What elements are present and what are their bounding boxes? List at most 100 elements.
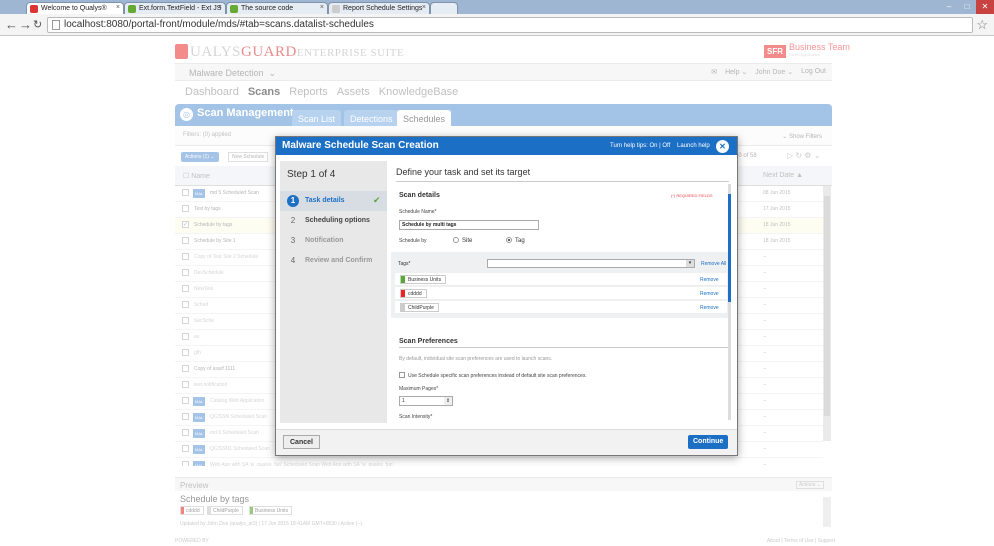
launch-help-link[interactable]: Launch help: [677, 143, 710, 149]
window-controls: – □ ✕: [940, 0, 994, 14]
schedule-name-input[interactable]: Schedule by multi tags: [399, 220, 539, 230]
bookmark-star-icon[interactable]: ☆: [976, 17, 988, 33]
divider: [396, 181, 729, 182]
tag-row: cdddd Remove: [395, 287, 727, 300]
max-pages-input[interactable]: 1 ⇕: [399, 396, 453, 406]
tag-label: cdddd: [408, 291, 422, 297]
continue-button[interactable]: Continue: [688, 435, 729, 449]
extjs-favicon-icon: [128, 5, 136, 13]
browser-toolbar: ← → ↻ localhost:8080/portal-front/module…: [0, 14, 994, 36]
remove-tag-link[interactable]: Remove: [700, 305, 719, 311]
tag-chip: cdddd: [400, 289, 427, 298]
chevron-down-icon[interactable]: ▾: [686, 260, 694, 267]
step-scheduling-options[interactable]: 2 Scheduling options: [280, 211, 387, 231]
qualys-favicon-icon: [30, 5, 38, 13]
step-label: Notification: [305, 237, 344, 244]
step-notification[interactable]: 3 Notification: [280, 231, 387, 251]
radio-button-icon: [453, 237, 459, 243]
page-icon: [52, 20, 60, 30]
forward-icon[interactable]: →: [19, 17, 32, 32]
scrollbar-thumb[interactable]: [728, 194, 731, 302]
content-scrollbar[interactable]: [728, 184, 731, 420]
specific-preferences-label: Use Schedule specific scan preferences i…: [408, 373, 587, 379]
dialog-title: Malware Schedule Scan Creation: [282, 140, 439, 151]
divider: [399, 347, 729, 348]
step-label: Review and Confirm: [305, 257, 373, 264]
tag-color-swatch: [401, 304, 405, 311]
scan-intensity-label: Scan Intensity*: [399, 414, 433, 420]
radio-tag-label: Tag: [515, 238, 525, 244]
max-pages-value: 1: [402, 398, 405, 404]
tag-chip: ChildPurple: [400, 303, 439, 312]
spinner-icon[interactable]: ⇕: [444, 397, 452, 405]
radio-site[interactable]: Site: [453, 237, 472, 244]
step-review-confirm[interactable]: 4 Review and Confirm: [280, 251, 387, 271]
tab-label: Welcome to Qualys®: [41, 5, 107, 12]
url-text: localhost:8080/portal-front/module/mds/#…: [64, 19, 374, 30]
required-note: (*) REQUIRED FIELDS: [671, 193, 713, 198]
tag-color-swatch: [401, 290, 405, 297]
specific-preferences-checkbox[interactable]: Use Schedule specific scan preferences i…: [399, 372, 587, 379]
scan-details-heading: Scan details: [399, 192, 440, 199]
tag-label: ChildPurple: [408, 305, 434, 311]
close-icon[interactable]: ×: [116, 4, 120, 11]
remove-tag-link[interactable]: Remove: [700, 277, 719, 283]
help-tips-toggle[interactable]: Turn help tips: On | Off: [610, 143, 670, 149]
radio-tag[interactable]: Tag: [506, 237, 525, 244]
step-number: 3: [290, 236, 296, 245]
tag-row: Business Units Remove: [395, 273, 727, 286]
dialog-content: Define your task and set its target Scan…: [387, 159, 731, 424]
tag-color-swatch: [401, 276, 405, 283]
remove-tag-link[interactable]: Remove: [700, 291, 719, 297]
schedule-scan-dialog: Malware Schedule Scan Creation Turn help…: [275, 136, 738, 456]
browser-tab-extjs[interactable]: Ext.form.TextField - Ext JS ×: [124, 2, 226, 14]
max-pages-label: Maximum Pages*: [399, 386, 439, 392]
dialog-header: Malware Schedule Scan Creation Turn help…: [276, 137, 737, 155]
schedule-by-label: Schedule by: [399, 238, 427, 244]
new-tab-button[interactable]: [430, 2, 458, 14]
radio-button-checked-icon: [506, 237, 512, 243]
maximize-icon[interactable]: □: [958, 0, 976, 14]
close-icon[interactable]: ×: [218, 4, 222, 11]
address-bar[interactable]: localhost:8080/portal-front/module/mds/#…: [47, 17, 973, 33]
tag-chip: Business Units: [400, 275, 447, 284]
tag-label: Business Units: [408, 277, 442, 283]
wizard-steps: Step 1 of 4 1 Task details ✔ 2 Schedulin…: [280, 161, 387, 423]
scan-preferences-heading: Scan Preferences: [399, 338, 458, 345]
close-icon[interactable]: ✕: [716, 140, 729, 153]
tab-label: The source code: [241, 5, 294, 12]
schedule-name-label: Schedule Name*: [399, 209, 437, 215]
close-icon[interactable]: ×: [422, 4, 426, 11]
step-number: 4: [290, 256, 296, 265]
tab-label: Ext.form.TextField - Ext JS: [139, 5, 222, 12]
close-icon[interactable]: ×: [320, 4, 324, 11]
step-number: 2: [290, 216, 296, 225]
step-title: Step 1 of 4: [287, 169, 336, 180]
back-icon[interactable]: ←: [5, 17, 18, 32]
browser-tab-source[interactable]: The source code ×: [226, 2, 328, 14]
content-header: Define your task and set its target: [396, 167, 531, 177]
step-number: 1: [287, 195, 299, 207]
step-task-details[interactable]: 1 Task details ✔: [280, 191, 387, 211]
tags-panel: Tags* ▾ Remove All Business Units Remove…: [391, 252, 730, 318]
step-label: Task details: [305, 197, 345, 204]
close-window-icon[interactable]: ✕: [976, 0, 994, 14]
reload-icon[interactable]: ↻: [33, 18, 42, 31]
minimize-icon[interactable]: –: [940, 0, 958, 14]
scan-preferences-description: By default, individual site scan prefere…: [399, 356, 553, 362]
checkmark-icon: ✔: [373, 195, 381, 205]
page-favicon-icon: [332, 5, 340, 13]
tags-label: Tags*: [398, 261, 411, 267]
browser-tab-qualys[interactable]: Welcome to Qualys® ×: [26, 2, 124, 14]
radio-site-label: Site: [462, 238, 473, 244]
tags-select[interactable]: ▾: [487, 259, 695, 268]
browser-titlebar: Welcome to Qualys® × Ext.form.TextField …: [0, 0, 994, 14]
checkbox-icon: [399, 372, 405, 378]
remove-all-link[interactable]: Remove All: [701, 261, 726, 267]
tag-row: ChildPurple Remove: [395, 301, 727, 314]
browser-tab-report[interactable]: Report Schedule Settings ×: [328, 2, 430, 14]
step-label: Scheduling options: [305, 217, 370, 224]
cancel-button[interactable]: Cancel: [283, 435, 320, 449]
extjs-favicon-icon: [230, 5, 238, 13]
tab-label: Report Schedule Settings: [343, 5, 423, 12]
